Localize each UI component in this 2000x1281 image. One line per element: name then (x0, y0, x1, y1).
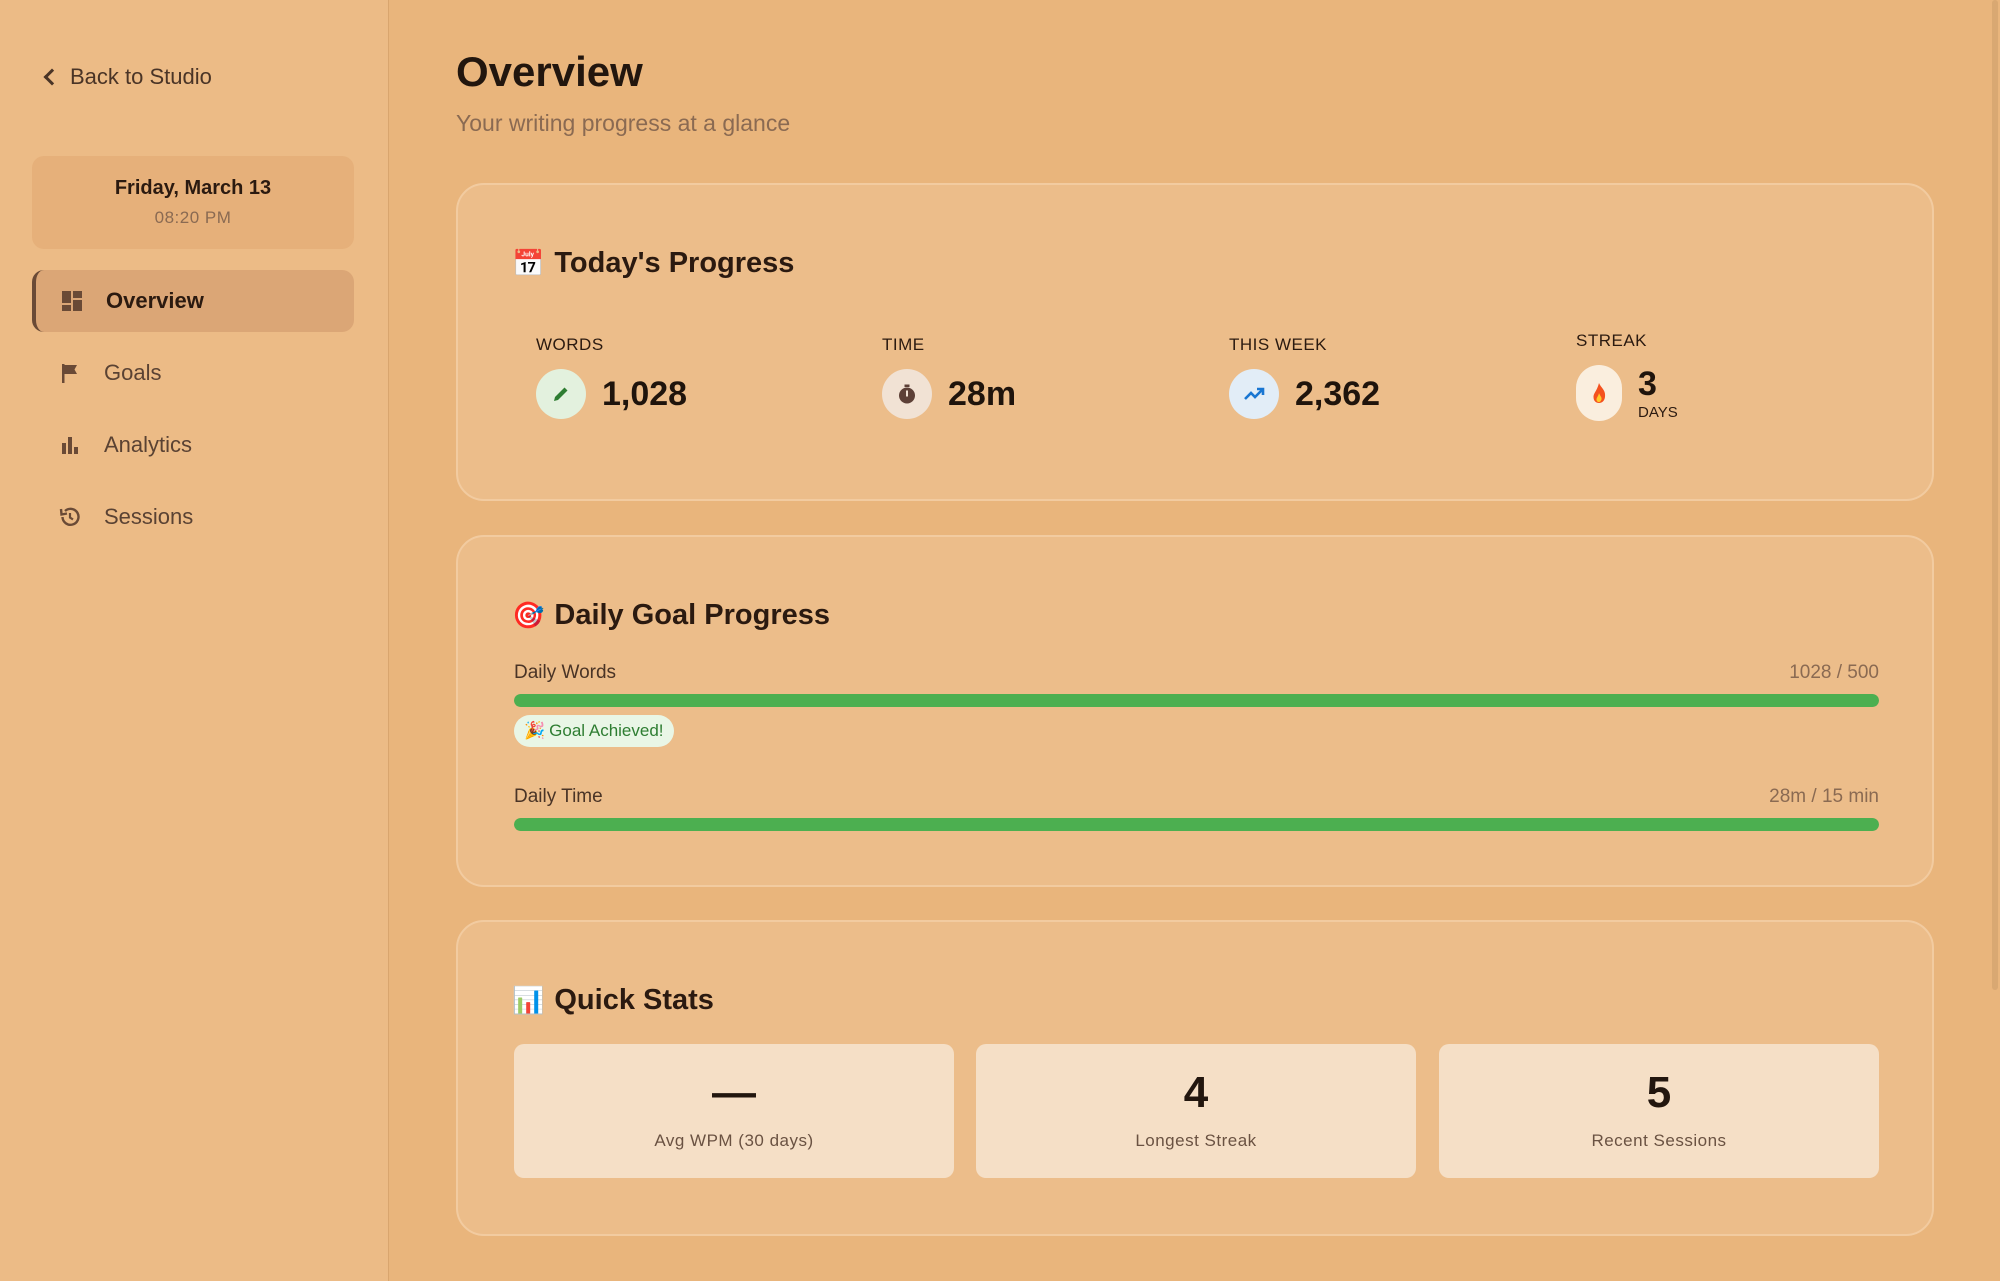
current-time: 08:20 PM (154, 208, 232, 227)
card-title: 📊 Quick Stats (512, 984, 714, 1017)
sidebar-item-sessions[interactable]: Sessions (32, 486, 354, 548)
flag-icon (58, 361, 82, 385)
progress-fill (514, 694, 1879, 707)
trending-up-icon (1229, 369, 1279, 419)
quick-stat-label: Longest Streak (1135, 1131, 1257, 1150)
progress-bar (514, 818, 1879, 831)
stat-label: WORDS (536, 335, 604, 354)
stat-value: 2,362 (1295, 374, 1381, 413)
quick-stat-avg-wpm: — Avg WPM (30 days) (514, 1044, 954, 1178)
goal-ratio: 28m / 15 min (1769, 786, 1879, 807)
fire-icon (1576, 365, 1622, 421)
progress-fill (514, 818, 1879, 831)
scrollbar[interactable] (1992, 0, 1998, 990)
party-icon: 🎉 (524, 721, 546, 741)
goal-daily-time: Daily Time 28m / 15 min (514, 786, 1879, 831)
stat-label: STREAK (1576, 331, 1648, 350)
progress-bar (514, 694, 1879, 707)
goal-label: Daily Words (514, 662, 617, 683)
stat-value: 1,028 (602, 374, 688, 413)
page-title: Overview (456, 48, 643, 95)
quick-stat-value: — (712, 1068, 756, 1117)
sidebar-item-label: Overview (106, 288, 204, 313)
sidebar-item-analytics[interactable]: Analytics (32, 414, 354, 476)
sidebar: Back to Studio Friday, March 13 08:20 PM… (0, 0, 389, 1281)
stat-words: WORDS 1,028 (536, 335, 687, 419)
badge-text: Goal Achieved! (549, 721, 664, 740)
card-title-text: Daily Goal Progress (554, 599, 830, 631)
pencil-icon (536, 369, 586, 419)
card-title-text: Today's Progress (554, 247, 795, 279)
history-icon (58, 505, 82, 529)
calendar-icon: 📅 (512, 248, 545, 279)
stat-value: 3 (1638, 364, 1657, 403)
sidebar-item-label: Analytics (104, 432, 193, 457)
page-subtitle: Your writing progress at a glance (456, 110, 791, 136)
quick-stat-value: 5 (1646, 1068, 1672, 1117)
sidebar-item-label: Sessions (104, 504, 194, 529)
card-title: 📅 Today's Progress (512, 247, 794, 280)
date-card: Friday, March 13 08:20 PM (32, 156, 354, 249)
quick-stat-label: Recent Sessions (1591, 1131, 1727, 1150)
todays-progress-card: 📅 Today's Progress WORDS 1,028 TIME 28m (456, 183, 1934, 501)
quick-stats-card: 📊 Quick Stats — Avg WPM (30 days) 4 Long… (456, 920, 1934, 1236)
quick-stat-label: Avg WPM (30 days) (654, 1131, 814, 1150)
back-label: Back to Studio (70, 64, 212, 89)
sidebar-nav: Overview Goals Analytics Sessions (32, 270, 354, 558)
quick-stat-recent-sessions: 5 Recent Sessions (1439, 1044, 1879, 1178)
goal-ratio: 1028 / 500 (1789, 662, 1879, 683)
back-to-studio-link[interactable]: Back to Studio (42, 64, 212, 90)
card-title-text: Quick Stats (554, 984, 714, 1016)
chevron-left-icon (43, 68, 61, 86)
bar-chart-emoji-icon: 📊 (512, 985, 545, 1016)
stat-this-week: THIS WEEK 2,362 (1229, 335, 1380, 419)
sidebar-item-overview[interactable]: Overview (32, 270, 354, 332)
dashboard-icon (60, 289, 84, 313)
goal-daily-words: Daily Words 1028 / 500 (514, 662, 1879, 707)
card-title: 🎯 Daily Goal Progress (512, 599, 830, 632)
quick-stat-value: 4 (1183, 1068, 1209, 1117)
stat-streak: STREAK 3 DAYS (1576, 331, 1678, 421)
stat-unit: DAYS (1638, 403, 1678, 421)
sidebar-item-goals[interactable]: Goals (32, 342, 354, 404)
bar-chart-icon (58, 433, 82, 457)
stat-label: THIS WEEK (1229, 335, 1328, 354)
daily-goal-card: 🎯 Daily Goal Progress Daily Words 1028 /… (456, 535, 1934, 887)
stat-value: 28m (948, 374, 1017, 413)
stopwatch-icon (882, 369, 932, 419)
target-icon: 🎯 (512, 600, 545, 631)
stat-time: TIME 28m (882, 335, 1016, 419)
goal-label: Daily Time (514, 786, 603, 807)
current-date: Friday, March 13 (114, 177, 272, 199)
quick-stat-longest-streak: 4 Longest Streak (976, 1044, 1416, 1178)
stat-label: TIME (882, 335, 925, 354)
sidebar-item-label: Goals (104, 360, 162, 385)
goal-achieved-badge: 🎉 Goal Achieved! (514, 715, 674, 747)
